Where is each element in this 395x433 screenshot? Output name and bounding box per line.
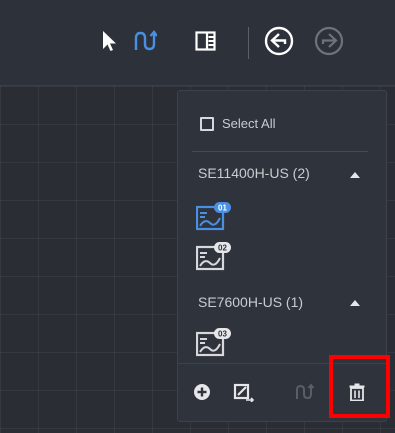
string-reverse-button[interactable] (290, 378, 320, 406)
item-badge: 02 (218, 244, 227, 253)
panel-layout-icon[interactable] (194, 25, 218, 57)
edit-array-icon (233, 383, 255, 402)
redo-icon[interactable] (314, 25, 344, 57)
top-toolbar (0, 0, 395, 86)
add-icon (194, 384, 210, 400)
inverter-item-icon[interactable]: 03 (195, 327, 234, 359)
add-button[interactable] (187, 378, 217, 406)
pointer-icon[interactable] (98, 25, 120, 57)
collapse-icon[interactable] (350, 172, 360, 178)
string-tool-icon[interactable] (132, 25, 158, 57)
inverter-item-icon[interactable]: 01 (195, 201, 234, 233)
group-name: SE7600H-US (1) (198, 294, 304, 310)
divider (192, 151, 368, 152)
delete-highlight-box (329, 355, 390, 418)
inverter-item-icon[interactable]: 02 (195, 241, 234, 273)
select-all-checkbox[interactable] (200, 117, 214, 131)
item-badge: 01 (218, 204, 227, 213)
toolbar-divider (248, 27, 249, 59)
edit-array-button[interactable] (229, 378, 259, 406)
collapse-icon[interactable] (350, 300, 360, 306)
group-name: SE11400H-US (2) (198, 165, 310, 181)
undo-icon[interactable] (264, 25, 294, 57)
string-reverse-icon (296, 383, 315, 400)
select-all-label: Select All (222, 116, 276, 131)
item-badge: 03 (218, 330, 227, 339)
